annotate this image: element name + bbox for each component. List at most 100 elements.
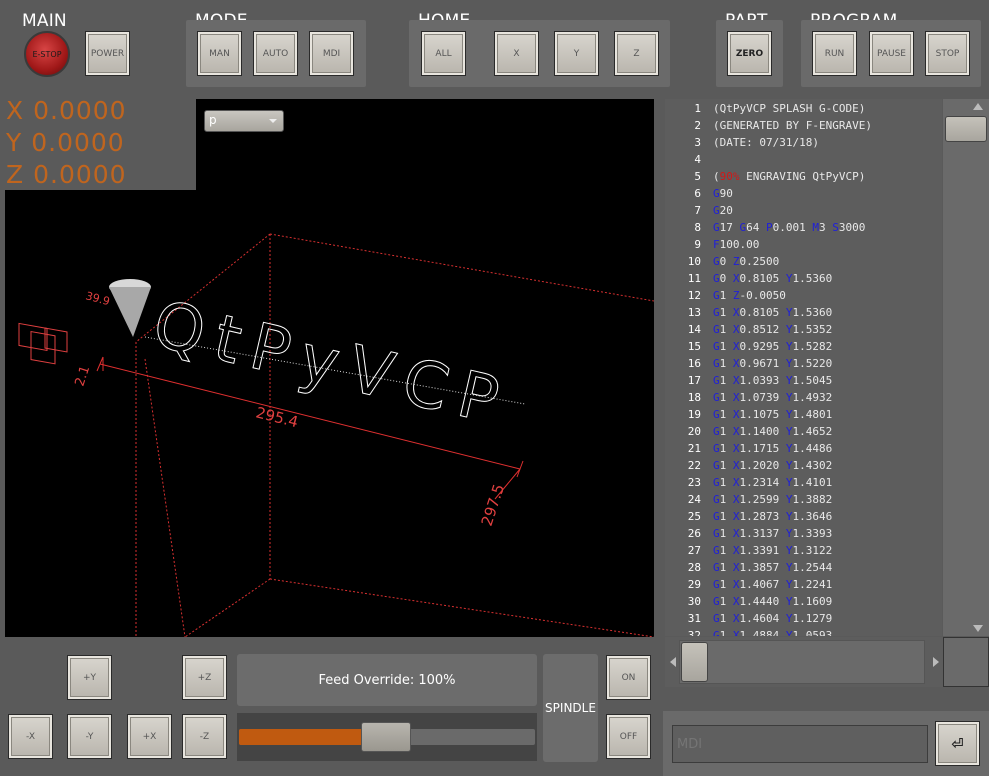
dro-z-label: Z (6, 160, 25, 189)
dimension-z-label: 2.1 (73, 364, 94, 388)
dro-y-row: Y 0.0000 (6, 128, 125, 157)
home-z-button[interactable]: Z (614, 31, 659, 76)
gcode-text: G1 X0.8512 Y1.5352 (713, 323, 833, 336)
mode-mdi-button[interactable]: MDI (309, 31, 354, 76)
line-number: 7 (694, 204, 701, 217)
jog-minus-y-button[interactable]: -Y (67, 714, 112, 759)
line-number: 27 (687, 544, 701, 557)
gcode-text: (DATE: 07/31/18) (713, 136, 819, 149)
gcode-text: G1 X1.1400 Y1.4652 (713, 425, 833, 438)
gcode-text: G20 (713, 204, 733, 217)
dro-x-value: 0.0000 (33, 96, 127, 125)
gcode-text: G1 X1.4067 Y1.2241 (713, 578, 833, 591)
dimension-small-label: 39.9 (84, 289, 111, 308)
program-pause-button[interactable]: PAUSE (869, 31, 914, 76)
gcode-text: G1 X0.9295 Y1.5282 (713, 340, 833, 353)
jog-plus-y-button[interactable]: +Y (67, 655, 112, 700)
jog-plus-z-button[interactable]: +Z (182, 655, 227, 700)
jog-minus-x-button[interactable]: -X (8, 714, 53, 759)
feed-override-slider[interactable] (237, 713, 537, 761)
dro-panel: X 0.0000 Y 0.0000 Z 0.0000 (0, 96, 196, 190)
line-number: 28 (687, 561, 701, 574)
line-number: 25 (687, 510, 701, 523)
line-number: 11 (687, 272, 701, 285)
jog-minus-z-button[interactable]: -Z (182, 714, 227, 759)
scroll-down-arrow-icon[interactable] (973, 625, 983, 632)
line-number: 3 (694, 136, 701, 149)
mode-auto-button[interactable]: AUTO (253, 31, 298, 76)
line-number: 4 (694, 153, 701, 166)
mdi-enter-button[interactable]: ⏎ (935, 721, 980, 766)
horizontal-scroll-thumb[interactable] (681, 642, 708, 682)
line-number: 22 (687, 459, 701, 472)
spindle-on-button[interactable]: ON (606, 655, 651, 700)
gcode-text: G0 Z0.2500 (713, 255, 780, 268)
line-number: 31 (687, 612, 701, 625)
zero-part-button[interactable]: ZERO (727, 31, 772, 76)
gcode-horizontal-scrollbar[interactable] (665, 637, 943, 687)
scroll-corner (943, 637, 989, 687)
gcode-text: G1 X1.2020 Y1.4302 (713, 459, 833, 472)
line-number: 32 (687, 629, 701, 636)
home-y-button[interactable]: Y (554, 31, 599, 76)
gcode-text: (GENERATED BY F-ENGRAVE) (713, 119, 872, 132)
gcode-text: G1 X1.0739 Y1.4932 (713, 391, 833, 404)
gcode-text: G1 X1.4604 Y1.1279 (713, 612, 833, 625)
gcode-vertical-scrollbar[interactable] (943, 99, 989, 636)
line-number: 15 (687, 340, 701, 353)
gcode-text: G1 X1.3391 Y1.3122 (713, 544, 833, 557)
line-number: 5 (694, 170, 701, 183)
program-run-button[interactable]: RUN (812, 31, 857, 76)
feed-slider-handle[interactable] (361, 722, 412, 752)
dro-y-value: 0.0000 (31, 128, 125, 157)
line-number: 24 (687, 493, 701, 506)
line-number: 16 (687, 357, 701, 370)
spindle-label: SPINDLE (543, 654, 598, 762)
line-number: 18 (687, 391, 701, 404)
gcode-text: G1 X1.4884 Y1.0593 (713, 629, 833, 636)
gcode-text: (90% ENGRAVING QtPyVCP) (713, 170, 866, 183)
dimension-y-label: 297.5 (478, 482, 508, 528)
axis-triad-icon (18, 322, 68, 365)
dro-z-row: Z 0.0000 (6, 160, 127, 189)
estop-button[interactable]: E-STOP (24, 31, 70, 77)
feed-override-label: Feed Override: 100% (237, 654, 537, 706)
dimension-x-label: 295.4 (254, 403, 300, 431)
gcode-text: G1 X1.3857 Y1.2544 (713, 561, 833, 574)
gcode-text: G1 X1.1075 Y1.4801 (713, 408, 833, 421)
line-number: 9 (694, 238, 701, 251)
line-number: 2 (694, 119, 701, 132)
line-number: 8 (694, 221, 701, 234)
line-number: 21 (687, 442, 701, 455)
gcode-text: G1 X1.4440 Y1.1609 (713, 595, 833, 608)
line-number: 14 (687, 323, 701, 336)
mdi-input[interactable] (672, 725, 928, 763)
gcode-text: G1 X1.0393 Y1.5045 (713, 374, 833, 387)
line-number: 6 (694, 187, 701, 200)
gcode-editor[interactable]: 1 (QtPyVCP SPLASH G-CODE) 2 (GENERATED BY F… (665, 99, 942, 636)
scroll-right-arrow-icon[interactable] (933, 657, 939, 667)
jog-plus-x-button[interactable]: +X (127, 714, 172, 759)
chevron-down-icon (269, 119, 277, 123)
gcode-text: G0 X0.8105 Y1.5360 (713, 272, 833, 285)
vertical-scroll-thumb[interactable] (945, 116, 987, 142)
gcode-text: G1 X1.2599 Y1.3882 (713, 493, 833, 506)
home-x-button[interactable]: X (494, 31, 539, 76)
line-number: 23 (687, 476, 701, 489)
line-number: 12 (687, 289, 701, 302)
mode-manual-button[interactable]: MAN (197, 31, 242, 76)
dro-x-label: X (6, 96, 25, 125)
scroll-left-arrow-icon[interactable] (670, 657, 676, 667)
feed-slider-fill (239, 729, 364, 745)
home-all-button[interactable]: ALL (421, 31, 466, 76)
gcode-text: G1 X0.8105 Y1.5360 (713, 306, 833, 319)
gcode-text: G1 X1.3137 Y1.3393 (713, 527, 833, 540)
line-number: 26 (687, 527, 701, 540)
power-button[interactable]: POWER (85, 31, 130, 76)
scroll-up-arrow-icon[interactable] (973, 103, 983, 110)
spindle-off-button[interactable]: OFF (606, 714, 651, 759)
view-select[interactable]: p (204, 110, 284, 132)
program-stop-button[interactable]: STOP (925, 31, 970, 76)
line-number: 29 (687, 578, 701, 591)
line-number: 13 (687, 306, 701, 319)
